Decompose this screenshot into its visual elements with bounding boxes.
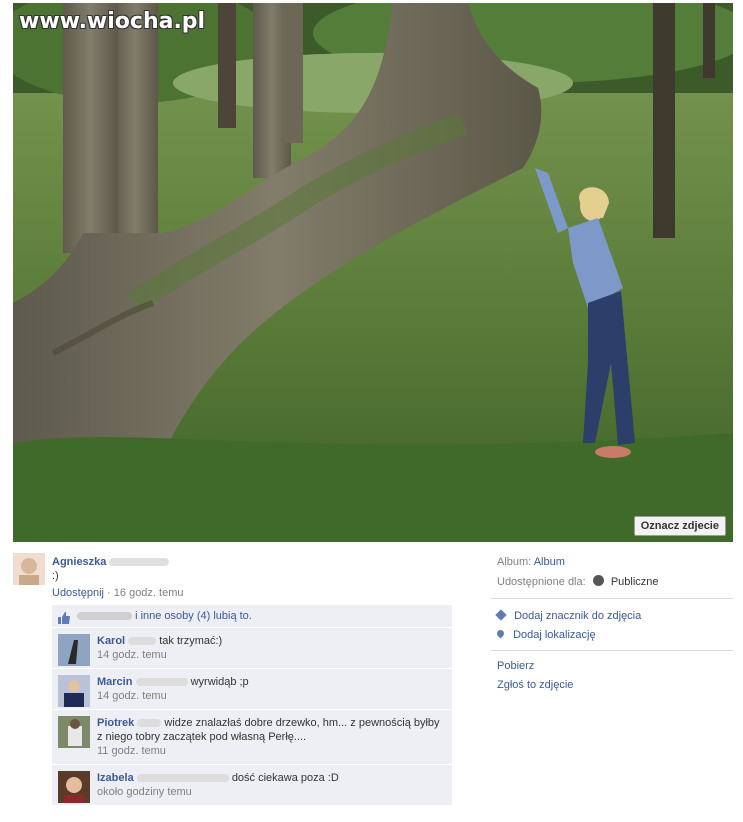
tag-photo-button[interactable]: Oznacz zdjecie <box>633 516 726 536</box>
post-header: Agnieszka <box>52 556 170 568</box>
add-tag-link[interactable]: Dodaj znacznik do zdjęcia <box>514 610 641 622</box>
add-location-link[interactable]: Dodaj lokalizację <box>513 629 596 641</box>
add-tag-row[interactable]: Dodaj znacznik do zdjęcia <box>495 609 641 622</box>
divider <box>491 650 733 651</box>
likes-bar: i inne osoby (4) lubią to. <box>52 605 452 628</box>
comment-text: dość ciekawa poza :D <box>231 772 339 784</box>
commenter-avatar[interactable] <box>58 675 90 707</box>
comment-item: Marcin wyrwidąb ;p 14 godz. temu <box>52 669 452 710</box>
commenter-avatar[interactable] <box>58 634 90 666</box>
privacy-value[interactable]: Publiczne <box>611 576 659 588</box>
author-name[interactable]: Agnieszka <box>52 556 106 568</box>
report-link[interactable]: Zgłoś to zdjęcie <box>497 679 573 691</box>
add-location-row[interactable]: Dodaj lokalizację <box>495 628 596 641</box>
comment-time[interactable]: około godziny temu <box>97 786 192 798</box>
post-meta: Udostępnij · 16 godz. temu <box>52 587 184 599</box>
likes-text[interactable]: i inne osoby (4) lubią to. <box>135 610 252 622</box>
commenter-name[interactable]: Marcin <box>97 676 132 688</box>
comment-text: wyrwidąb ;p <box>190 676 249 688</box>
share-link[interactable]: Udostępnij <box>52 587 104 599</box>
shared-row: Udostępnione dla: Publiczne <box>497 575 659 588</box>
post-text: :) <box>52 570 59 582</box>
redacted-surname <box>128 637 157 646</box>
commenter-name[interactable]: Izabela <box>97 772 134 784</box>
album-link[interactable]: Album <box>534 556 565 568</box>
redacted-surname <box>136 774 229 783</box>
like-thumb-icon <box>58 610 70 624</box>
comment-time[interactable]: 14 godz. temu <box>97 690 167 702</box>
download-link[interactable]: Pobierz <box>497 660 534 672</box>
comment-text: tak trzymać:) <box>159 635 223 647</box>
divider <box>491 598 733 599</box>
comment-time[interactable]: 11 godz. temu <box>97 745 166 757</box>
album-row: Album: Album <box>497 556 565 568</box>
photo[interactable]: www.wiocha.pl Oznacz zdjecie <box>13 3 733 542</box>
comment-item: Izabela dość ciekawa poza :D około godzi… <box>52 765 452 806</box>
redacted-liker <box>77 612 132 621</box>
comment-item: Piotrek widze znalazłaś dobre drzewko, h… <box>52 710 452 765</box>
report-row: Zgłoś to zdjęcie <box>497 679 573 691</box>
watermark: www.wiocha.pl <box>19 9 206 34</box>
download-row: Pobierz <box>497 660 534 672</box>
location-pin-icon <box>495 628 506 639</box>
commenter-avatar[interactable] <box>58 771 90 803</box>
redacted-surname <box>137 719 162 728</box>
commenter-name[interactable]: Piotrek <box>97 717 134 729</box>
commenter-name[interactable]: Karol <box>97 635 125 647</box>
comments-list: i inne osoby (4) lubią to. Karol tak trz… <box>52 605 452 806</box>
author-avatar[interactable] <box>13 553 45 585</box>
comment-time[interactable]: 14 godz. temu <box>97 649 167 661</box>
comment-item: Karol tak trzymać:) 14 godz. temu <box>52 628 452 669</box>
tag-icon <box>495 609 507 621</box>
photo-image <box>13 3 733 542</box>
shared-label: Udostępnione dla: <box>497 576 586 588</box>
redacted-surname <box>135 678 188 687</box>
commenter-avatar[interactable] <box>58 716 90 748</box>
album-label: Album: <box>497 556 532 568</box>
avatar-image <box>13 553 45 585</box>
globe-icon <box>592 575 604 586</box>
redacted-surname <box>109 558 170 567</box>
post-time[interactable]: 16 godz. temu <box>114 587 184 599</box>
